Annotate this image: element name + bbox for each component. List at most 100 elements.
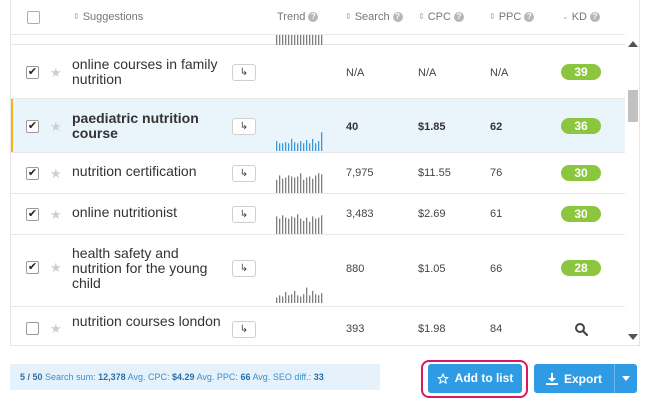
select-all-checkbox[interactable] bbox=[27, 11, 40, 24]
star-icon[interactable]: ★ bbox=[50, 208, 62, 221]
search-sum-value: 12,378 bbox=[98, 372, 126, 382]
kd-badge: 30 bbox=[561, 165, 601, 181]
row-checkbox[interactable]: ✔ bbox=[26, 208, 39, 221]
row-checkbox[interactable]: ✔ bbox=[26, 120, 39, 133]
trend-bar bbox=[306, 217, 308, 234]
column-ppc[interactable]: ⇕ PPC ? bbox=[489, 11, 535, 23]
table-row[interactable]: ★ nutrition courses london ↳ 393 $1.98 8… bbox=[11, 307, 625, 345]
kd-badge: 39 bbox=[561, 64, 601, 80]
trend-bar bbox=[291, 216, 293, 234]
trend-bar bbox=[315, 143, 317, 151]
trend-bar bbox=[285, 35, 287, 45]
avg-seo-value: 33 bbox=[313, 372, 324, 382]
trend-bar bbox=[279, 35, 281, 45]
export-button[interactable]: Export bbox=[534, 364, 614, 393]
trend-bar bbox=[297, 214, 299, 234]
trend-bar bbox=[285, 217, 287, 234]
vertical-scrollbar[interactable] bbox=[625, 35, 639, 345]
keyword-text[interactable]: health safety and nutrition for the youn… bbox=[72, 246, 222, 291]
trend-bar bbox=[297, 143, 299, 151]
trend-bar bbox=[318, 217, 320, 234]
column-search[interactable]: ⇕ Search ? bbox=[345, 11, 403, 23]
trend-bar bbox=[276, 297, 278, 303]
goto-arrow-icon[interactable]: ↳ bbox=[232, 206, 256, 223]
help-icon[interactable]: ? bbox=[589, 12, 600, 22]
trend-bar bbox=[315, 218, 317, 234]
sort-icon: ⇕ bbox=[489, 12, 496, 21]
star-icon[interactable]: ★ bbox=[50, 322, 62, 335]
search-sum-label: Search sum: bbox=[45, 372, 96, 382]
export-button-group: Export bbox=[534, 364, 637, 393]
help-icon[interactable]: ? bbox=[524, 12, 535, 22]
keyword-text[interactable]: nutrition certification bbox=[72, 164, 222, 179]
trend-bar bbox=[321, 215, 323, 234]
goto-arrow-icon[interactable]: ↳ bbox=[232, 118, 256, 135]
trend-bar bbox=[321, 293, 323, 303]
trend-bar bbox=[315, 35, 317, 45]
keyword-text[interactable]: online nutritionist bbox=[72, 205, 222, 220]
trend-bar bbox=[297, 295, 299, 303]
trend-bar bbox=[297, 35, 299, 45]
row-checkbox[interactable]: ✔ bbox=[26, 66, 39, 79]
export-label: Export bbox=[563, 371, 602, 386]
column-cpc[interactable]: ⇕ CPC ? bbox=[418, 11, 464, 23]
goto-arrow-icon[interactable]: ↳ bbox=[232, 260, 256, 277]
row-checkbox[interactable]: ✔ bbox=[26, 167, 39, 180]
trend-bar bbox=[303, 35, 305, 45]
star-icon[interactable]: ★ bbox=[50, 120, 62, 133]
column-trend: Trend ? bbox=[277, 11, 319, 23]
table-row[interactable]: ✔ ★ online nutritionist ↳ 3,483 $2.69 61… bbox=[11, 194, 625, 235]
trend-bar bbox=[309, 176, 311, 193]
trend-bar bbox=[276, 179, 278, 193]
scroll-down-arrow-icon[interactable] bbox=[628, 334, 638, 340]
add-to-list-label: Add to list bbox=[454, 371, 514, 385]
table-row[interactable]: ✔ ★ health safety and nutrition for the … bbox=[11, 235, 625, 307]
ppc-value: N/A bbox=[490, 67, 509, 79]
help-icon[interactable]: ? bbox=[392, 12, 403, 22]
trend-bar bbox=[312, 216, 314, 234]
help-icon[interactable]: ? bbox=[308, 12, 319, 22]
table-row[interactable]: ✔ ★ nutrition certification ↳ 7,975 $11.… bbox=[11, 153, 625, 194]
search-icon[interactable] bbox=[574, 322, 588, 336]
trend-bar bbox=[276, 216, 278, 234]
scroll-up-arrow-icon[interactable] bbox=[628, 41, 638, 47]
trend-bar bbox=[288, 35, 290, 45]
trend-bar bbox=[288, 175, 290, 193]
trend-bar bbox=[321, 174, 323, 193]
add-to-list-button[interactable]: Add to list bbox=[428, 364, 522, 393]
keyword-text[interactable]: paediatric nutrition course bbox=[72, 111, 222, 141]
goto-arrow-icon[interactable]: ↳ bbox=[232, 165, 256, 182]
trend-sparkline bbox=[276, 132, 323, 151]
trend-bar bbox=[285, 292, 287, 303]
trend-bar bbox=[276, 141, 278, 151]
trend-bar bbox=[309, 221, 311, 234]
help-icon[interactable]: ? bbox=[453, 12, 464, 22]
keyword-text[interactable]: nutrition courses london bbox=[72, 314, 222, 329]
table-row-selected[interactable]: ✔ ★ paediatric nutrition course ↳ 40 $1.… bbox=[11, 99, 625, 153]
star-icon[interactable]: ★ bbox=[50, 66, 62, 79]
trend-bar bbox=[294, 177, 296, 193]
trend-bar bbox=[282, 143, 284, 151]
row-checkbox[interactable]: ✔ bbox=[26, 261, 39, 274]
trend-bar bbox=[276, 35, 278, 45]
trend-bar bbox=[306, 140, 308, 151]
goto-arrow-icon[interactable]: ↳ bbox=[232, 321, 256, 338]
avg-ppc-value: 66 bbox=[240, 372, 251, 382]
column-label: Search bbox=[354, 11, 390, 23]
column-label: CPC bbox=[427, 11, 451, 23]
export-dropdown-toggle[interactable] bbox=[614, 364, 637, 393]
scrollbar-thumb[interactable] bbox=[628, 90, 638, 122]
trend-bar bbox=[282, 296, 284, 303]
keyword-text[interactable]: online courses in family nutrition bbox=[72, 57, 222, 87]
trend-bar bbox=[291, 138, 293, 151]
row-checkbox[interactable] bbox=[26, 322, 39, 335]
column-kd[interactable]: ⌄ KD ? bbox=[562, 11, 600, 23]
trend-bar bbox=[288, 218, 290, 234]
star-outline-icon bbox=[437, 372, 449, 384]
column-label: PPC bbox=[498, 11, 522, 23]
goto-arrow-icon[interactable]: ↳ bbox=[232, 64, 256, 81]
column-suggestions[interactable]: ⇕ Suggestions bbox=[73, 11, 143, 23]
table-row[interactable]: ✔ ★ online courses in family nutrition ↳… bbox=[11, 45, 625, 99]
star-icon[interactable]: ★ bbox=[50, 261, 62, 274]
star-icon[interactable]: ★ bbox=[50, 167, 62, 180]
